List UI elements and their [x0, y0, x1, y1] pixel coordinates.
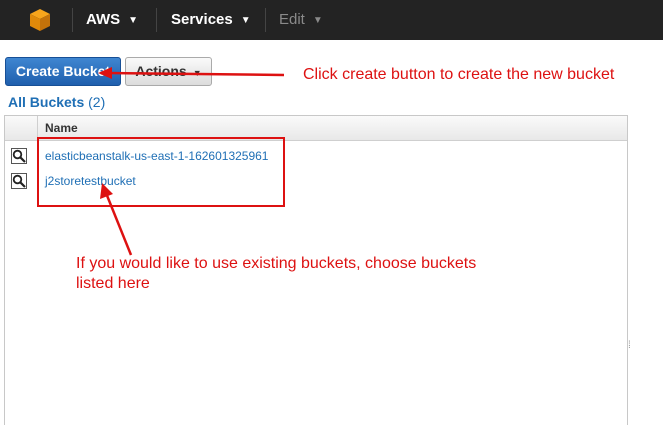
aws-menu[interactable]: AWS ▼ — [86, 0, 138, 40]
services-menu-label: Services — [171, 11, 233, 28]
magnifier-icon[interactable] — [11, 173, 27, 189]
chevron-down-icon: ▼ — [312, 15, 323, 26]
magnifier-icon[interactable] — [11, 148, 27, 164]
all-buckets-label: All Buckets — [8, 94, 85, 110]
services-menu[interactable]: Services ▼ — [171, 0, 251, 40]
actions-button-label: Actions — [135, 63, 187, 79]
create-bucket-button[interactable]: Create Bucket — [5, 57, 121, 86]
all-buckets-header[interactable]: All Buckets (2) — [8, 94, 105, 110]
aws-cube-logo-icon[interactable] — [28, 8, 52, 32]
top-nav-bar: AWS ▼ Services ▼ Edit ▼ — [0, 0, 663, 40]
nav-divider — [265, 8, 266, 32]
nav-divider — [156, 8, 157, 32]
bucket-count: (2) — [88, 94, 106, 110]
annotation-existing-hint: If you would like to use existing bucket… — [76, 255, 477, 292]
chevron-down-icon: ▼ — [240, 15, 251, 26]
edit-menu-label: Edit — [279, 11, 305, 28]
nav-divider — [72, 8, 73, 32]
annotation-create-hint: Click create button to create the new bu… — [303, 66, 615, 83]
resize-handle[interactable]: ⁞ — [628, 340, 632, 360]
annotation-highlight-box — [37, 137, 285, 207]
chevron-down-icon: ▼ — [192, 68, 202, 78]
aws-menu-label: AWS — [86, 11, 121, 28]
chevron-down-icon: ▼ — [128, 15, 139, 26]
edit-menu[interactable]: Edit ▼ — [279, 0, 323, 40]
actions-button[interactable]: Actions ▼ — [125, 57, 212, 86]
